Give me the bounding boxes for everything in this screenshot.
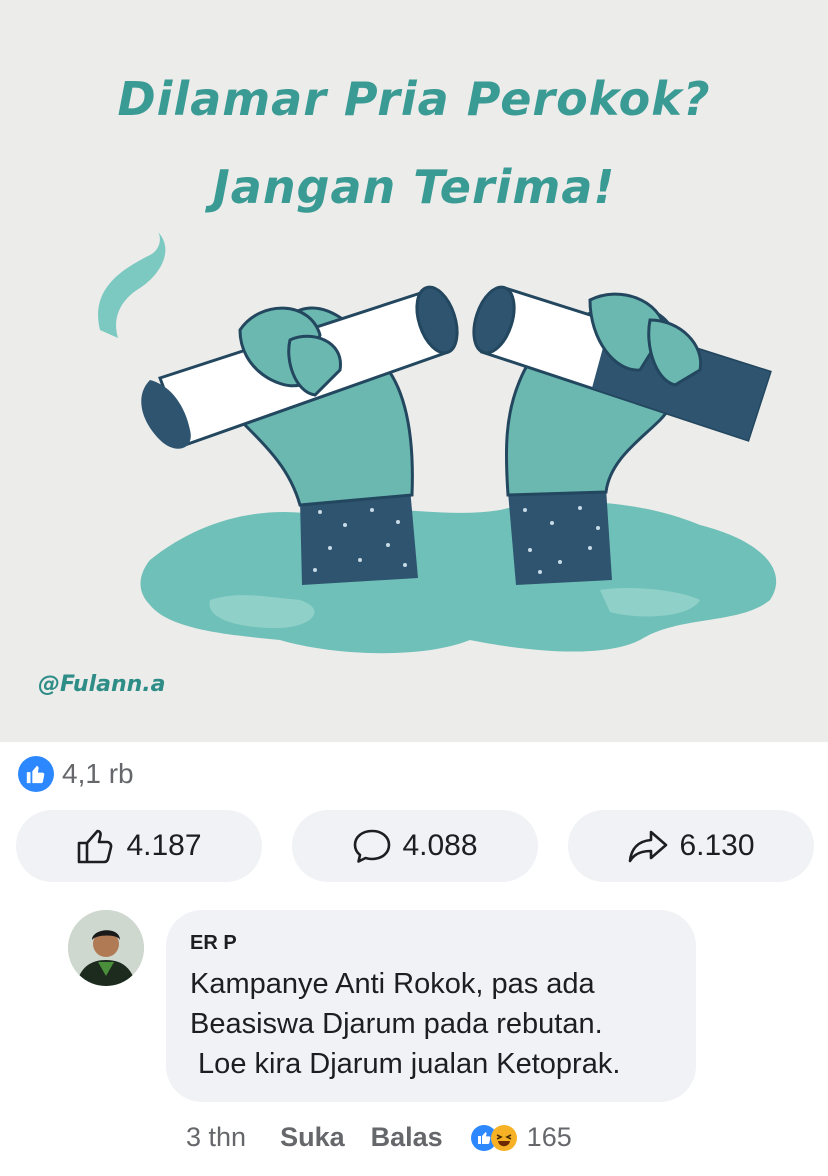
image-watermark: @Fulann.a	[38, 672, 166, 697]
like-button[interactable]: 4.187	[16, 810, 262, 882]
comment-reply-button[interactable]: Balas	[371, 1122, 443, 1153]
comment-bubble[interactable]: ER P Kampanye Anti Rokok, pas ada Beasis…	[166, 910, 696, 1102]
commenter-avatar[interactable]	[68, 910, 144, 986]
image-headline-line1: Dilamar Pria Perokok?	[117, 72, 711, 126]
thumbs-up-icon	[78, 829, 113, 864]
speech-bubble-icon	[354, 829, 391, 863]
like-icon	[18, 756, 54, 792]
share-button[interactable]: 6.130	[568, 810, 814, 882]
comment-author[interactable]: ER P	[190, 932, 237, 955]
comment-text: Kampanye Anti Rokok, pas ada Beasiswa Dj…	[190, 968, 621, 1080]
comment-button[interactable]: 4.088	[292, 810, 538, 882]
share-count: 6.130	[679, 829, 755, 862]
like-haha-reaction-icon	[470, 1124, 517, 1151]
post-image[interactable]: Dilamar Pria Perokok? Jangan Terima! @Fu…	[0, 0, 828, 742]
comment-reactions[interactable]: 165	[469, 1122, 572, 1153]
image-headline-line2: Jangan Terima!	[212, 160, 616, 214]
share-arrow-icon	[629, 830, 668, 863]
comment-reaction-count: 165	[526, 1122, 572, 1152]
reaction-count: 4,1 rb	[62, 758, 134, 789]
comment-count: 4.088	[402, 829, 478, 862]
comment-meta: 3 thn Suka Balas 165	[186, 1122, 572, 1153]
like-count: 4.187	[126, 829, 202, 862]
comment-time[interactable]: 3 thn	[186, 1122, 246, 1153]
reaction-summary[interactable]: 4,1 rb	[18, 756, 134, 792]
comment-like-button[interactable]: Suka	[280, 1122, 345, 1153]
